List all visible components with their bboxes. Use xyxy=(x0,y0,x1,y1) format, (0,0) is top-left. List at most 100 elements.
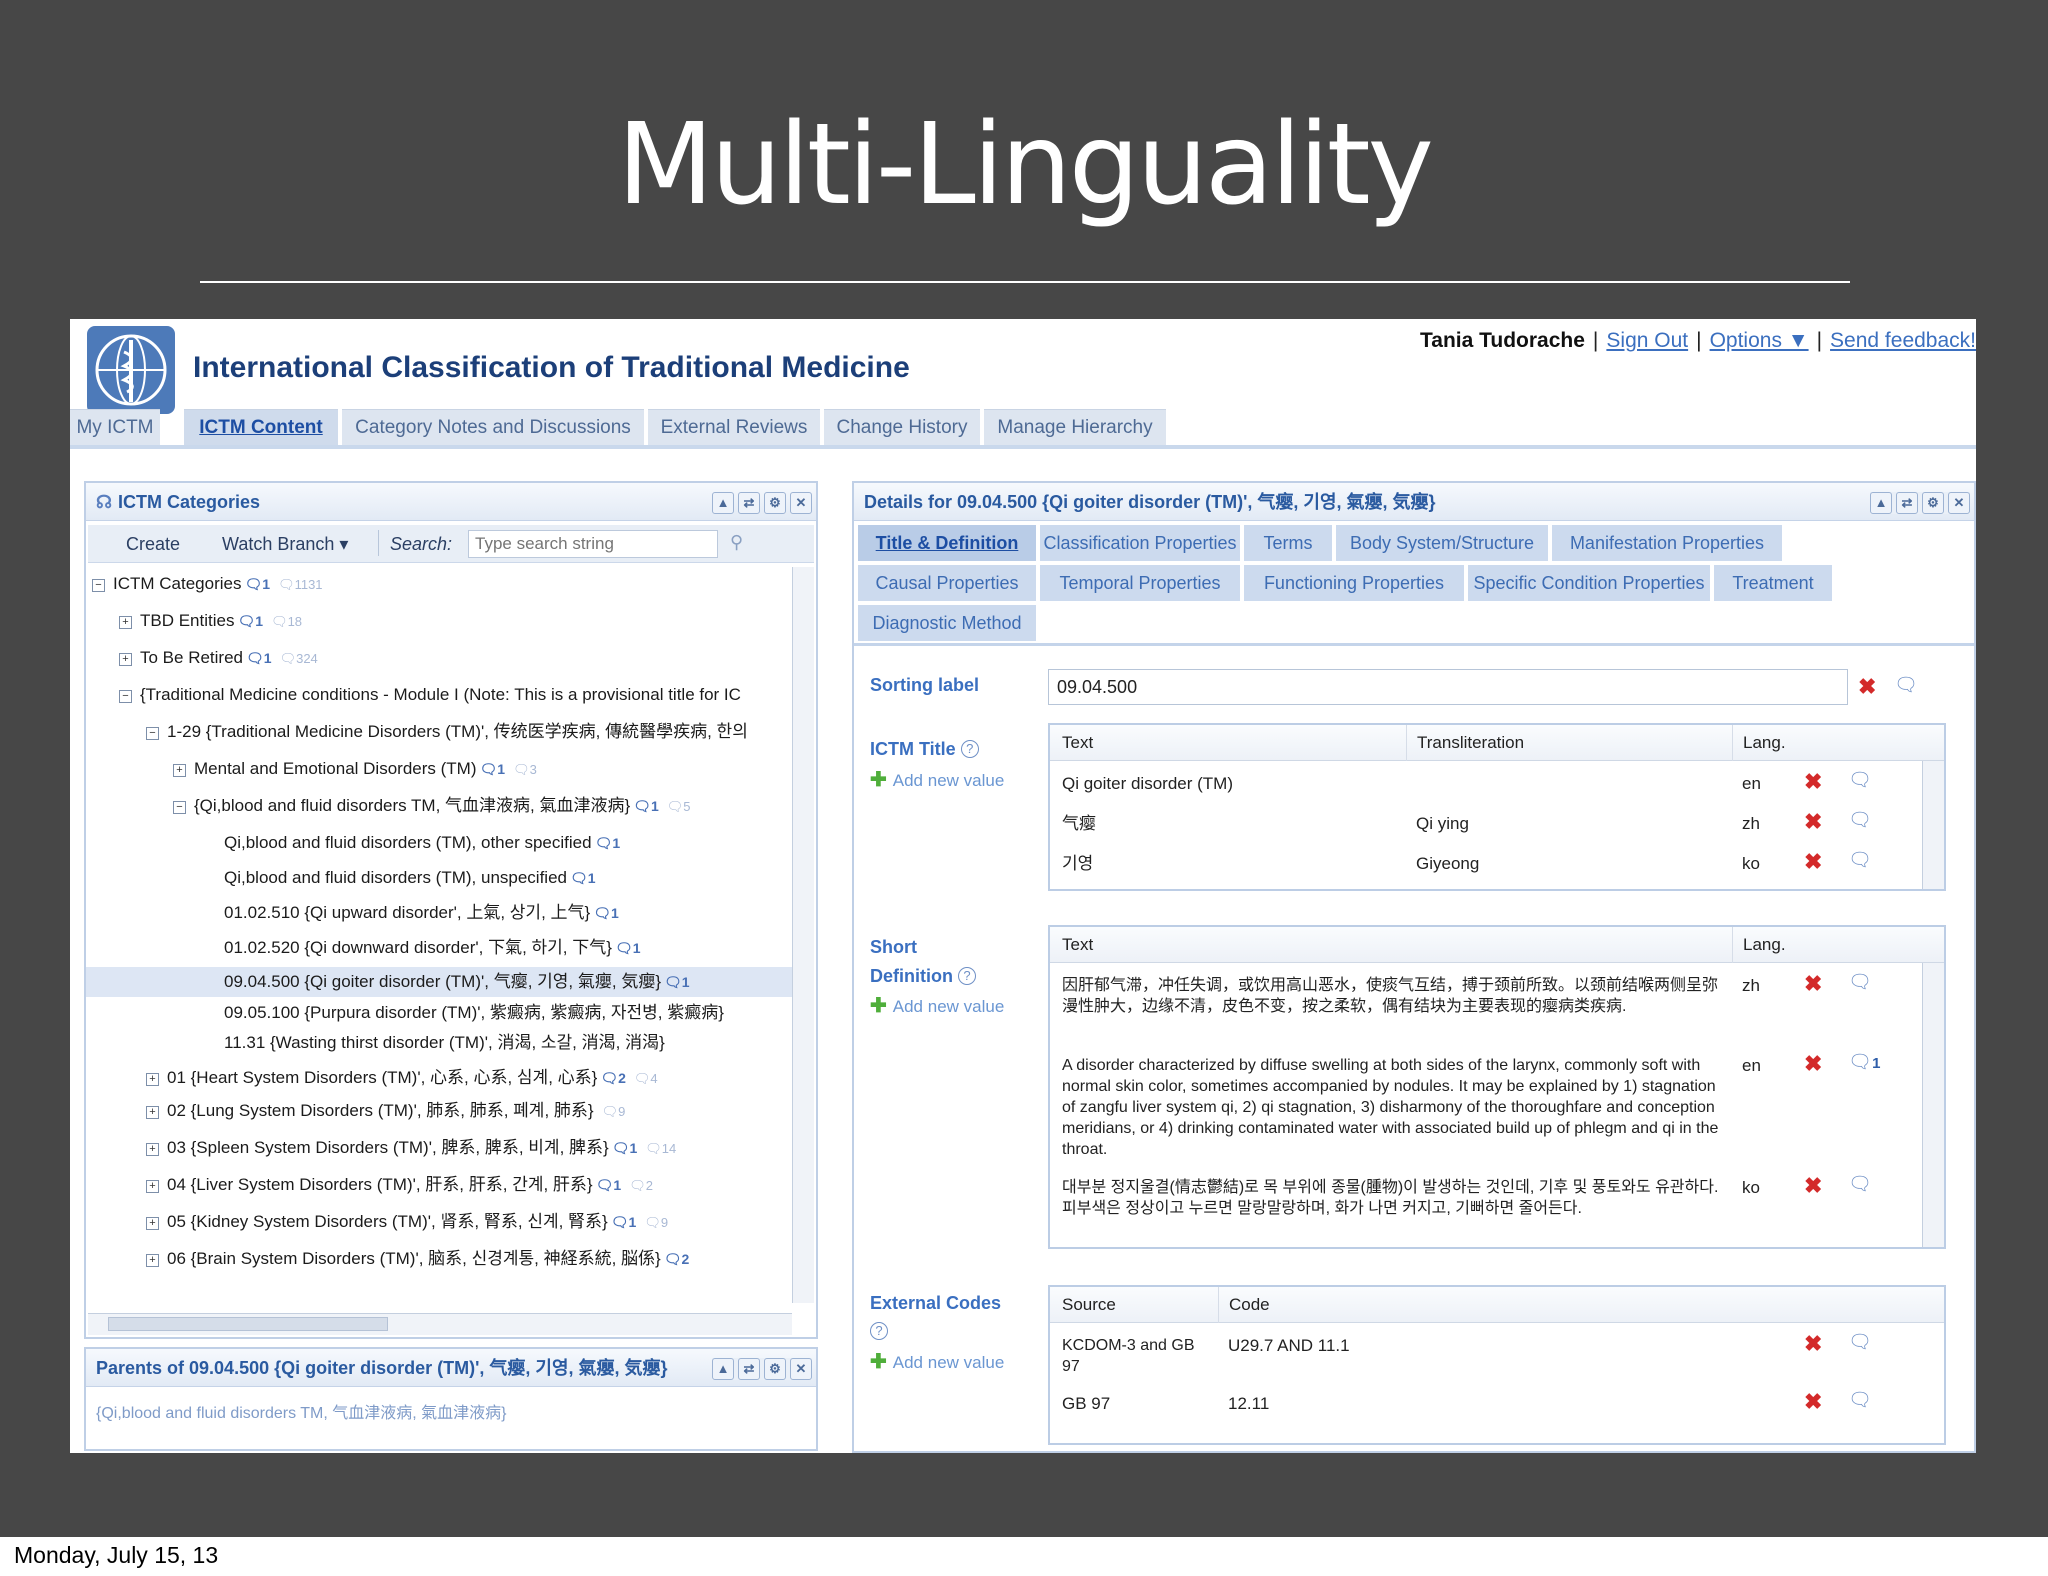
tree-row[interactable]: + Mental and Emotional Disorders (TM) 🗨1 🗨3 xyxy=(173,754,537,784)
delete-icon[interactable]: ✖ xyxy=(1804,1175,1822,1197)
settings-icon[interactable]: ⚙ xyxy=(1922,492,1944,514)
collapse-icon[interactable]: − xyxy=(92,579,105,592)
tree-row[interactable]: − {Qi,blood and fluid disorders TM, 气血津液病… xyxy=(173,791,691,821)
tab-classification-properties[interactable]: Classification Properties xyxy=(1040,525,1240,561)
comment-icon[interactable]: 🗨 xyxy=(1848,771,1872,791)
watch-branch-button[interactable]: Watch Branch ▾ xyxy=(222,534,348,555)
help-icon[interactable]: ? xyxy=(958,967,977,985)
comment-icon[interactable]: 🗨 xyxy=(1848,1333,1872,1353)
tree-row[interactable]: 09.05.100 {Purpura disorder (TM)', 紫癜病, … xyxy=(224,998,724,1028)
close-icon[interactable]: ✕ xyxy=(1948,492,1970,514)
tree-row[interactable]: +06 {Brain System Disorders (TM)', 脑系, 신… xyxy=(146,1244,689,1274)
comment-icon[interactable]: 🗨 xyxy=(1848,1391,1872,1411)
options-menu[interactable]: Options ▼ xyxy=(1710,329,1809,352)
comment-icon[interactable]: 🗨 xyxy=(1848,973,1872,993)
swap-icon[interactable]: ⇄ xyxy=(738,492,760,514)
tab-treatment[interactable]: Treatment xyxy=(1714,565,1832,601)
expand-icon[interactable]: + xyxy=(146,1143,159,1156)
delete-icon[interactable]: ✖ xyxy=(1804,973,1822,995)
tab-specific-condition-properties[interactable]: Specific Condition Properties xyxy=(1468,565,1710,601)
search-icon[interactable]: ⚲ xyxy=(730,532,743,553)
expand-icon[interactable]: + xyxy=(146,1106,159,1119)
swap-icon[interactable]: ⇄ xyxy=(1896,492,1918,514)
search-input[interactable] xyxy=(468,530,718,558)
comment-icon[interactable]: 🗨 xyxy=(1894,676,1918,696)
help-icon[interactable]: ? xyxy=(960,740,979,758)
expand-icon[interactable]: + xyxy=(146,1217,159,1230)
help-icon[interactable]: ? xyxy=(870,1322,888,1340)
swap-icon[interactable]: ⇄ xyxy=(738,1358,760,1380)
tab-body-system[interactable]: Body System/Structure xyxy=(1336,525,1548,561)
tree-row[interactable]: + TBD Entities 🗨1 🗨18 xyxy=(119,606,302,636)
expand-icon[interactable]: + xyxy=(146,1073,159,1086)
collapse-up-icon[interactable]: ▲ xyxy=(1870,492,1892,514)
tab-title-definition[interactable]: Title & Definition xyxy=(858,525,1036,561)
delete-icon[interactable]: ✖ xyxy=(1804,811,1822,833)
tree-row-selected[interactable]: 09.04.500 {Qi goiter disorder (TM)', 气瘿,… xyxy=(86,967,812,997)
collapse-up-icon[interactable]: ▲ xyxy=(712,1358,734,1380)
tab-temporal-properties[interactable]: Temporal Properties xyxy=(1040,565,1240,601)
tree-row[interactable]: 11.31 {Wasting thirst disorder (TM)', 消渴… xyxy=(224,1028,665,1058)
scroll-thumb[interactable] xyxy=(108,1317,388,1331)
tree-row[interactable]: Qi,blood and fluid disorders (TM), other… xyxy=(224,828,620,858)
close-icon[interactable]: ✕ xyxy=(790,1358,812,1380)
tab-causal-properties[interactable]: Causal Properties xyxy=(858,565,1036,601)
comment-icon[interactable]: 🗨 xyxy=(1848,811,1872,831)
delete-icon[interactable]: ✖ xyxy=(1858,676,1876,698)
tab-terms[interactable]: Terms xyxy=(1244,525,1332,561)
tab-diagnostic-method[interactable]: Diagnostic Method xyxy=(858,605,1036,641)
tab-external-reviews[interactable]: External Reviews xyxy=(648,409,820,445)
tab-functioning-properties[interactable]: Functioning Properties xyxy=(1244,565,1464,601)
tree-row[interactable]: +04 {Liver System Disorders (TM)', 肝系, 肝… xyxy=(146,1170,653,1200)
collapse-icon[interactable]: − xyxy=(146,727,159,740)
tab-manifestation-properties[interactable]: Manifestation Properties xyxy=(1552,525,1782,561)
send-feedback-link[interactable]: Send feedback! xyxy=(1830,329,1976,352)
close-icon[interactable]: ✕ xyxy=(790,492,812,514)
collapse-icon[interactable]: − xyxy=(119,690,132,703)
add-code-value-button[interactable]: ✚ Add new value xyxy=(870,1349,1004,1374)
expand-icon[interactable]: + xyxy=(173,764,186,777)
tree-row[interactable]: +03 {Spleen System Disorders (TM)', 脾系, … xyxy=(146,1133,676,1163)
tree-row[interactable]: − ICTM Categories 🗨1 🗨1131 xyxy=(92,569,323,599)
add-definition-value-button[interactable]: ✚ Add new value xyxy=(870,993,1004,1018)
collapse-icon[interactable]: − xyxy=(173,801,186,814)
tab-category-notes[interactable]: Category Notes and Discussions xyxy=(342,409,644,445)
expand-icon[interactable]: + xyxy=(119,653,132,666)
tree-row[interactable]: +05 {Kidney System Disorders (TM)', 肾系, … xyxy=(146,1207,668,1237)
tree-row[interactable]: −1-29 {Traditional Medicine Disorders (T… xyxy=(146,717,748,747)
expand-icon[interactable]: + xyxy=(119,616,132,629)
delete-icon[interactable]: ✖ xyxy=(1804,1391,1822,1413)
collapse-up-icon[interactable]: ▲ xyxy=(712,492,734,514)
tree-vertical-scrollbar[interactable] xyxy=(792,567,814,1303)
create-button[interactable]: Create xyxy=(126,534,180,555)
sign-out-link[interactable]: Sign Out xyxy=(1606,329,1688,352)
tree-row[interactable]: Qi,blood and fluid disorders (TM), unspe… xyxy=(224,863,596,893)
comment-icon[interactable]: 🗨 xyxy=(1848,1175,1872,1195)
delete-icon[interactable]: ✖ xyxy=(1804,771,1822,793)
add-title-value-button[interactable]: ✚ Add new value xyxy=(870,767,1004,792)
grid-scrollbar[interactable] xyxy=(1922,761,1944,889)
settings-icon[interactable]: ⚙ xyxy=(764,492,786,514)
tree-row[interactable]: 01.02.510 {Qi upward disorder', 上氣, 상기, … xyxy=(224,898,619,928)
settings-icon[interactable]: ⚙ xyxy=(764,1358,786,1380)
tree-row[interactable]: − {Traditional Medicine conditions - Modu… xyxy=(119,680,741,710)
expand-icon[interactable]: + xyxy=(146,1254,159,1267)
tree-horizontal-scrollbar[interactable] xyxy=(88,1313,792,1335)
tab-my-ictm[interactable]: My ICTM xyxy=(70,409,160,445)
tab-ictm-content[interactable]: ICTM Content xyxy=(184,409,338,445)
tree-row[interactable]: +02 {Lung System Disorders (TM)', 肺系, 肺系… xyxy=(146,1096,625,1126)
delete-icon[interactable]: ✖ xyxy=(1804,1053,1822,1075)
grid-scrollbar[interactable] xyxy=(1922,963,1944,1247)
tree-row[interactable]: +01 {Heart System Disorders (TM)', 心系, 心… xyxy=(146,1063,658,1093)
comment-icon[interactable]: 🗨 xyxy=(1848,851,1872,871)
tree-row[interactable]: 01.02.520 {Qi downward disorder', 下氣, 하기… xyxy=(224,933,641,963)
comment-icon[interactable]: 🗨1 xyxy=(1848,1053,1880,1074)
tab-change-history[interactable]: Change History xyxy=(824,409,980,445)
tab-manage-hierarchy[interactable]: Manage Hierarchy xyxy=(984,409,1166,445)
expand-icon[interactable]: + xyxy=(146,1180,159,1193)
parent-link[interactable]: {Qi,blood and fluid disorders TM, 气血津液病,… xyxy=(96,1399,507,1423)
tree-row[interactable]: + To Be Retired 🗨1 🗨324 xyxy=(119,643,318,673)
delete-icon[interactable]: ✖ xyxy=(1804,1333,1822,1355)
sorting-label-input[interactable]: 09.04.500 xyxy=(1048,669,1848,705)
delete-icon[interactable]: ✖ xyxy=(1804,851,1822,873)
